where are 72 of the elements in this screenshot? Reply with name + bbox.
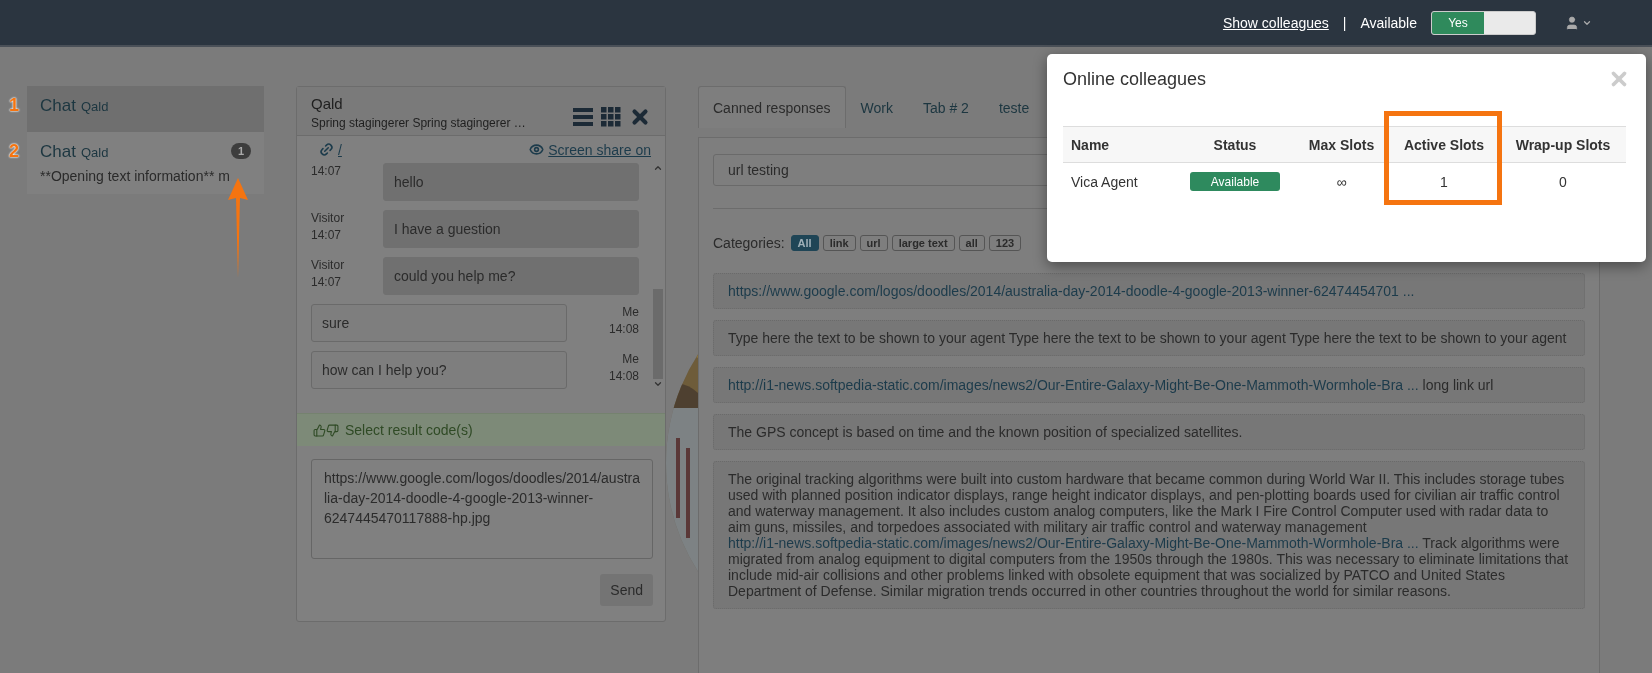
column-header: Wrap-up Slots — [1500, 126, 1626, 163]
table-cell-text: ∞ — [1335, 172, 1348, 192]
menu-button[interactable] — [573, 108, 593, 126]
response-link[interactable]: https://www.google.com/logos/doodles/2014/australia-day-2014-doodle-4-google-2013-winner-62474454701 ... — [728, 283, 1415, 299]
eye-icon — [529, 142, 545, 157]
close-button[interactable] — [629, 106, 651, 128]
column-header: Status — [1175, 126, 1295, 163]
tab[interactable]: Work — [845, 86, 908, 128]
response-link[interactable]: http://i1-news.softpedia-static.com/images/news2/Our-Entire-Galaxy-Might-Be-One-Mammoth-Wormhole-Bra ... — [728, 377, 1419, 393]
result-code-bar[interactable]: Select result code(s) — [297, 413, 665, 446]
canned-response[interactable]: http://i1-news.softpedia-static.com/images/news2/Our-Entire-Galaxy-Might-Be-One-Mammoth-Wormhole-Bra ... long link url — [713, 367, 1585, 403]
chat-preview: **Opening text information** m — [40, 168, 231, 184]
separator: | — [1342, 14, 1347, 31]
column-header: Active Slots — [1388, 126, 1500, 163]
user-icon — [1564, 14, 1580, 31]
tab[interactable]: Canned responses — [698, 86, 846, 128]
availability-toggle[interactable]: Yes — [1431, 10, 1536, 35]
chat-window-subtitle: Spring stagingerer Spring stagingerer … — [311, 116, 526, 130]
message-author: Me — [621, 351, 639, 368]
canned-response[interactable]: The original tracking algorithms were built into custom hardware that became common during World War II. This includes storage tubes used with planned position indicator displays, range height indicator displays, and pen-plotting boards used for civilian air traffic control and waterway management. It also includes custom analog computers, like the Mark I Fire Control Computer used with radar data to aim guns, missiles, and torpedoes associated with military air traffic control and waterway management http://i1-news.softpedia-static.com/images/news2/Our-Entire-Galaxy-Might-Be-One-Mammoth-Wormhole-Bra ... Track algorithms were migrated from analog equipment to digital computers from the 1950s through the 1980s. This was necessary to eliminate limitations that include mid-air collisions and other problems linked with obsolete equipment that was socialized by PATCO and United States Department of Defense. Similar migration trends occurred in other countries throughout the world for similar reasons. — [713, 461, 1585, 609]
message-bubble: how can I help you? — [311, 351, 567, 389]
grid-icon — [601, 107, 621, 127]
status-badge: Available — [1190, 172, 1280, 191]
table-cell-text: 1 — [1439, 172, 1449, 192]
chat-title: Chat — [40, 142, 76, 162]
show-colleagues-link[interactable]: Show colleagues — [1222, 14, 1329, 31]
category-tag[interactable]: link — [822, 235, 856, 251]
user-menu-button[interactable] — [1564, 14, 1592, 31]
message-input[interactable]: https://www.google.com/logos/doodles/2014/australia-day-2014-doodle-4-google-2013-winner-6247445470117888-hp.jpg — [311, 459, 653, 559]
status-label: Available — [1360, 14, 1417, 31]
grid-button[interactable] — [601, 107, 621, 127]
send-button[interactable]: Send — [600, 574, 653, 606]
message-author: Visitor — [311, 210, 346, 227]
link-button[interactable]: / — [319, 141, 342, 158]
scroll-down-icon[interactable] — [653, 379, 663, 389]
canned-response[interactable]: The GPS concept is based on time and the known position of specialized satellites. — [713, 414, 1585, 450]
category-tag[interactable]: 123 — [988, 235, 1022, 251]
message-time: 14:08 — [607, 368, 639, 385]
canned-response[interactable]: Type here the text to be shown to your agent Type here the text to be shown to your agent Type here the text to be shown to your agent — [713, 320, 1585, 356]
table-cell-text: 0 — [1558, 172, 1568, 192]
thumbs-icon — [313, 423, 339, 437]
annotation-number: 2 — [9, 141, 19, 162]
message-time: 14:08 — [607, 321, 639, 338]
message-time: 14:07 — [311, 227, 343, 244]
response-link[interactable]: http://i1-news.softpedia-static.com/images/news2/Our-Entire-Galaxy-Might-Be-One-Mammoth-Wormhole-Bra ... — [728, 535, 1419, 551]
message-bubble: could you help me? — [383, 257, 639, 295]
message-author: Visitor — [311, 257, 346, 274]
menu-icon — [573, 108, 593, 126]
canned-response[interactable]: https://www.google.com/logos/doodles/2014/australia-day-2014-doodle-4-google-2013-winner-62474454701 ... — [713, 273, 1585, 309]
message-time: 14:07 — [311, 163, 343, 180]
tab[interactable]: teste — [983, 86, 1045, 128]
category-tag[interactable]: url — [859, 235, 888, 251]
chat-subtitle: Qald — [80, 99, 109, 114]
column-header: Name — [1063, 126, 1175, 163]
category-tag[interactable]: all — [958, 235, 985, 251]
message-bubble: hello — [383, 163, 639, 201]
message-author: Me — [621, 304, 639, 321]
screen-share-link[interactable]: Screen share on — [529, 141, 651, 158]
chat-subtitle: Qald — [80, 145, 109, 160]
tab[interactable]: Tab # 2 — [907, 86, 984, 128]
category-tag[interactable]: large text — [891, 235, 955, 251]
annotation-number: 1 — [9, 95, 19, 116]
scroll-up-icon[interactable] — [653, 163, 663, 173]
result-code-label: Select result code(s) — [345, 422, 473, 438]
categories-label: Categories: — [713, 235, 785, 251]
message-time: 14:07 — [311, 274, 343, 291]
message-bubble: sure — [311, 304, 567, 342]
chat-window-title: Qald — [311, 95, 344, 112]
category-tag[interactable]: All — [790, 235, 819, 251]
unread-badge: 1 — [230, 143, 251, 159]
modal-title: Online colleagues — [1063, 68, 1207, 90]
chat-title: Chat — [40, 96, 76, 116]
